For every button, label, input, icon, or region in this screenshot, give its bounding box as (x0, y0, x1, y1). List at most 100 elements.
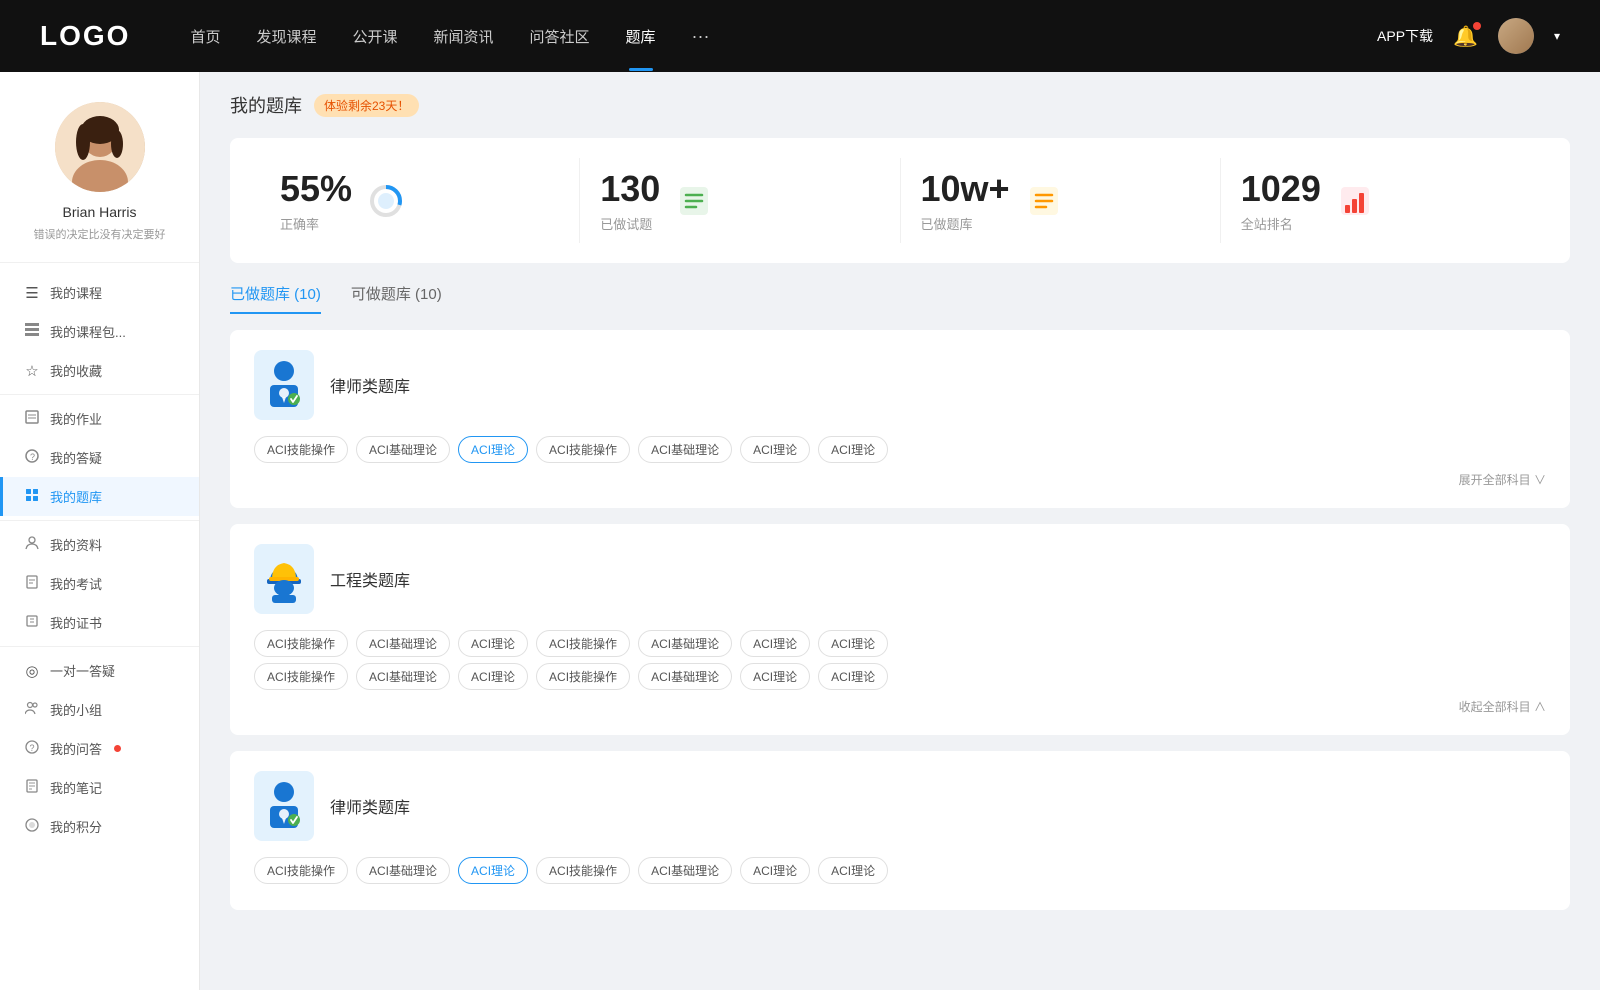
sidebar-label-cert: 我的证书 (50, 613, 102, 632)
stat-done-text: 130 已做试题 (600, 168, 660, 233)
qbank-title-2: 工程类题库 (330, 567, 410, 591)
bank-icon (24, 488, 40, 506)
tag[interactable]: ACI理论 (740, 857, 810, 884)
page-header: 我的题库 体验剩余23天！ (230, 92, 1570, 118)
tag[interactable]: ACI基础理论 (356, 436, 450, 463)
tag[interactable]: ACI技能操作 (254, 436, 348, 463)
sidebar-item-exam[interactable]: 我的考试 (0, 564, 199, 603)
expand-link-1[interactable]: 展开全部科目 ∨ (254, 471, 1546, 488)
page-title: 我的题库 (230, 92, 302, 118)
tag[interactable]: ACI基础理论 (638, 436, 732, 463)
tags-row-1: ACI技能操作 ACI基础理论 ACI理论 ACI技能操作 ACI基础理论 AC… (254, 436, 1546, 463)
tag[interactable]: ACI基础理论 (356, 663, 450, 690)
tag[interactable]: ACI理论 (818, 857, 888, 884)
tag[interactable]: ACI理论 (818, 436, 888, 463)
tab-available[interactable]: 可做题库 (10) (351, 283, 442, 314)
tag[interactable]: ACI基础理论 (638, 857, 732, 884)
sidebar-label-qa: 我的答疑 (50, 448, 102, 467)
sidebar-label-collect: 我的收藏 (50, 361, 102, 380)
nav-bank[interactable]: 题库 (626, 26, 656, 47)
stat-done-num: 130 (600, 168, 660, 210)
nav-discover[interactable]: 发现课程 (256, 26, 316, 47)
stat-rank-label: 全站排名 (1241, 214, 1321, 233)
qbank-header-2: 工程类题库 (254, 544, 1546, 614)
sidebar-item-group[interactable]: 我的小组 (0, 690, 199, 729)
divider-1 (0, 394, 199, 395)
tag[interactable]: ACI基础理论 (356, 857, 450, 884)
sidebar-item-profile[interactable]: 我的资料 (0, 525, 199, 564)
sidebar: Brian Harris 错误的决定比没有决定要好 ☰ 我的课程 我的课程包..… (0, 72, 200, 990)
avatar-image (1498, 18, 1534, 54)
engineer-icon (254, 544, 314, 614)
qna-dot (114, 745, 121, 752)
app-download[interactable]: APP下载 (1377, 26, 1433, 46)
nav-news[interactable]: 新闻资讯 (434, 26, 494, 47)
user-avatar[interactable] (1498, 18, 1534, 54)
sidebar-item-course[interactable]: ☰ 我的课程 (0, 273, 199, 312)
sidebar-item-qna[interactable]: ? 我的问答 (0, 729, 199, 768)
stat-banks-text: 10w+ 已做题库 (921, 168, 1010, 233)
notification-bell[interactable]: 🔔 (1453, 24, 1478, 49)
svg-text:?: ? (30, 743, 35, 753)
stat-accuracy-num: 55% (280, 168, 352, 210)
stat-accuracy-text: 55% 正确率 (280, 168, 352, 233)
tag[interactable]: ACI技能操作 (536, 630, 630, 657)
top-navigation: LOGO 首页 发现课程 公开课 新闻资讯 问答社区 题库 ··· APP下载 … (0, 0, 1600, 72)
stat-done-label: 已做试题 (600, 214, 660, 233)
stat-banks-num: 10w+ (921, 168, 1010, 210)
donut-chart (368, 183, 404, 219)
tag[interactable]: ACI基础理论 (638, 630, 732, 657)
avatar-svg (55, 102, 145, 192)
tag-active[interactable]: ACI理论 (458, 436, 528, 463)
page-layout: Brian Harris 错误的决定比没有决定要好 ☰ 我的课程 我的课程包..… (0, 72, 1600, 990)
sidebar-item-cert[interactable]: 我的证书 (0, 603, 199, 642)
tag[interactable]: ACI技能操作 (254, 857, 348, 884)
sidebar-label-course-pkg: 我的课程包... (50, 322, 126, 341)
nav-home[interactable]: 首页 (190, 26, 220, 47)
tag[interactable]: ACI技能操作 (536, 857, 630, 884)
profile-motto: 错误的决定比没有决定要好 (34, 226, 166, 242)
qna-icon: ? (24, 740, 40, 758)
tag[interactable]: ACI技能操作 (254, 630, 348, 657)
nav-qa[interactable]: 问答社区 (530, 26, 590, 47)
nav-open-course[interactable]: 公开课 (352, 26, 397, 47)
sidebar-item-course-pkg[interactable]: 我的课程包... (0, 312, 199, 351)
tag[interactable]: ACI基础理论 (638, 663, 732, 690)
tag[interactable]: ACI理论 (740, 630, 810, 657)
nav-more[interactable]: ··· (692, 26, 710, 47)
sidebar-item-notes[interactable]: 我的笔记 (0, 768, 199, 807)
sidebar-item-qa-mine[interactable]: ? 我的答疑 (0, 438, 199, 477)
tag[interactable]: ACI理论 (458, 663, 528, 690)
group-icon (24, 701, 40, 719)
stat-accuracy-label: 正确率 (280, 214, 352, 233)
sidebar-item-collect[interactable]: ☆ 我的收藏 (0, 351, 199, 390)
tag[interactable]: ACI理论 (818, 630, 888, 657)
points-icon (24, 818, 40, 836)
tag[interactable]: ACI理论 (740, 436, 810, 463)
sidebar-item-points[interactable]: 我的积分 (0, 807, 199, 846)
qbank-card-lawyer-1: 律师类题库 ACI技能操作 ACI基础理论 ACI理论 ACI技能操作 ACI基… (230, 330, 1570, 508)
tag[interactable]: ACI基础理论 (356, 630, 450, 657)
qbank-card-engineer: 工程类题库 ACI技能操作 ACI基础理论 ACI理论 ACI技能操作 ACI基… (230, 524, 1570, 735)
tag[interactable]: ACI理论 (458, 630, 528, 657)
tag[interactable]: ACI技能操作 (536, 663, 630, 690)
sidebar-item-bank[interactable]: 我的题库 (0, 477, 199, 516)
sidebar-item-homework[interactable]: 我的作业 (0, 399, 199, 438)
tab-done[interactable]: 已做题库 (10) (230, 283, 321, 314)
tag-active[interactable]: ACI理论 (458, 857, 528, 884)
user-menu-chevron[interactable]: ▾ (1554, 29, 1560, 43)
profile-icon (24, 536, 40, 554)
qbank-header-3: 律师类题库 (254, 771, 1546, 841)
tag[interactable]: ACI技能操作 (254, 663, 348, 690)
collapse-link[interactable]: 收起全部科目 ∧ (254, 698, 1546, 715)
qbank-title-1: 律师类题库 (330, 373, 410, 397)
tag[interactable]: ACI理论 (740, 663, 810, 690)
tag[interactable]: ACI理论 (818, 663, 888, 690)
homework-icon (24, 410, 40, 428)
tags-row-2a: ACI技能操作 ACI基础理论 ACI理论 ACI技能操作 ACI基础理论 AC… (254, 630, 1546, 657)
divider-3 (0, 646, 199, 647)
tag[interactable]: ACI技能操作 (536, 436, 630, 463)
sidebar-item-1on1[interactable]: ◎ 一对一答疑 (0, 651, 199, 690)
stat-banks-label: 已做题库 (921, 214, 1010, 233)
tags-row-2b: ACI技能操作 ACI基础理论 ACI理论 ACI技能操作 ACI基础理论 AC… (254, 663, 1546, 690)
